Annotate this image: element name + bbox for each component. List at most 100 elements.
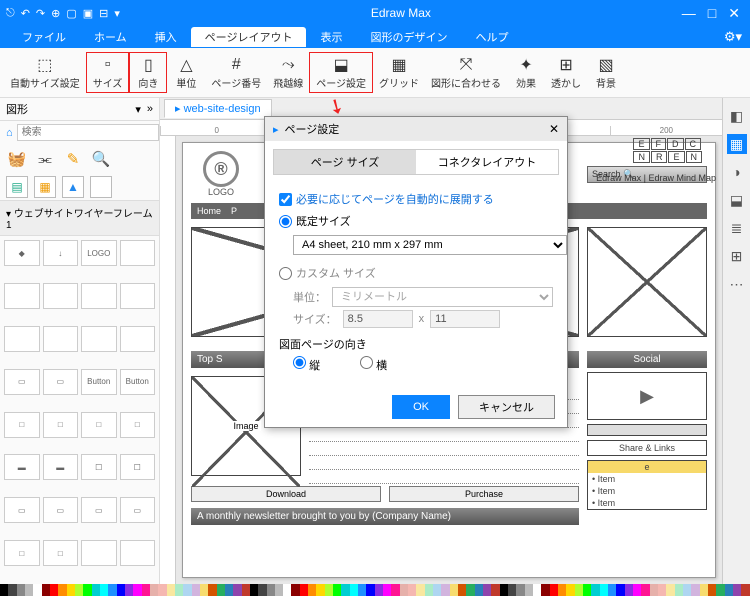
ribbon-サイズ[interactable]: ▫サイズ [86,52,130,93]
style-icon[interactable]: ◑ [727,162,747,182]
ribbon-ページ設定[interactable]: ⬓ページ設定 [309,52,373,93]
zoom-icon[interactable]: 🔍 [90,148,112,170]
ribbon-向き[interactable]: ▯向き [129,52,167,93]
shape-item[interactable]: □ [120,412,156,438]
shape-item[interactable] [81,326,117,352]
shape-item[interactable]: □ [4,540,40,566]
menu-pagelayout[interactable]: ページレイアウト [191,27,307,47]
shape-preset-3[interactable]: ▲ [62,176,84,198]
tab-connector-layout[interactable]: コネクタレイアウト [416,150,558,174]
panel-expand-icon[interactable]: » [147,103,153,115]
ribbon-グリッド[interactable]: ▦グリッド [373,53,425,92]
preset-size-select[interactable]: A4 sheet, 210 mm x 297 mm [293,235,567,255]
tool-icon[interactable]: ⊞ [727,246,747,266]
cancel-button[interactable]: キャンセル [458,395,555,419]
shape-item[interactable]: ▭ [81,497,117,523]
shape-item[interactable] [120,283,156,309]
shape-item[interactable]: ↓ [43,240,79,266]
shape-item[interactable] [4,283,40,309]
menu-help[interactable]: ヘルプ [461,29,522,45]
shape-preset-1[interactable]: ▤ [6,176,28,198]
undo-icon[interactable]: ↶ [21,7,30,20]
auto-expand-checkbox[interactable]: 必要に応じてページを自動的に展開する [279,191,553,207]
ribbon-透かし[interactable]: ⊞透かし [545,53,587,92]
portrait-radio[interactable]: 縦 [293,356,320,373]
unit-select[interactable]: ミリメートル [332,287,553,307]
shape-item[interactable] [120,540,156,566]
ribbon-飛越線[interactable]: ⤳飛越線 [267,53,309,92]
shape-item[interactable]: ▭ [43,369,79,395]
ribbon-ページ番号[interactable]: #ページ番号 [205,53,267,92]
shape-item[interactable]: ☐ [120,454,156,480]
ribbon-図形に合わせる[interactable]: ⤧図形に合わせる [425,53,507,92]
print-icon[interactable]: ⊟ [99,7,108,20]
page-logo: ®LOGO [191,151,251,197]
shape-item[interactable] [120,240,156,266]
minimize-button[interactable]: — [682,5,696,21]
edit-icon[interactable]: ✎ [62,148,84,170]
shape-item[interactable]: ▭ [43,497,79,523]
orientation-label: 図面ページの向き [279,336,553,352]
theme-icon[interactable]: ◧ [727,106,747,126]
basket-icon[interactable]: 🧺 [6,148,28,170]
grid4-icon[interactable]: ▦ [727,134,747,154]
shape-preset-4[interactable] [90,176,112,198]
shape-item[interactable]: ☐ [81,454,117,480]
shape-item[interactable]: Button [120,369,156,395]
shape-search-input[interactable] [17,124,159,141]
document-tab[interactable]: ▸ web-site-design [164,99,272,118]
landscape-radio[interactable]: 横 [360,356,387,373]
connector-icon[interactable]: ⫘ [34,148,56,170]
shape-item[interactable] [81,540,117,566]
shape-item[interactable] [81,283,117,309]
more-icon[interactable]: ⋯ [727,274,747,294]
category-toggle-icon[interactable]: ▾ [6,209,14,220]
preset-size-radio[interactable]: 既定サイズ [279,213,553,229]
shape-item[interactable] [120,326,156,352]
shape-item[interactable]: LOGO [81,240,117,266]
tab-page-size[interactable]: ページ サイズ [274,150,416,174]
redo-icon[interactable]: ↷ [36,7,45,20]
ribbon-自動サイズ設定[interactable]: ⬚自動サイズ設定 [4,53,86,92]
menu-view[interactable]: 表示 [306,29,356,45]
shape-item[interactable]: ◆ [4,240,40,266]
menu-file[interactable]: ファイル [8,29,80,45]
shape-item[interactable]: ▭ [4,497,40,523]
color-palette[interactable] [0,584,750,596]
menu-shapedesign[interactable]: 図形のデザイン [356,29,461,45]
prop-icon[interactable]: ⬓ [727,190,747,210]
close-button[interactable]: ✕ [728,5,740,22]
shape-preset-2[interactable]: ▦ [34,176,56,198]
save-icon[interactable]: ▣ [83,7,93,20]
shape-item[interactable]: □ [43,540,79,566]
shape-item[interactable] [4,326,40,352]
ribbon-効果[interactable]: ✦効果 [507,53,545,92]
menu-insert[interactable]: 挿入 [141,29,191,45]
home-icon[interactable]: ⌂ [6,127,13,139]
open-icon[interactable]: ▢ [66,7,76,20]
shape-item[interactable]: ▬ [4,454,40,480]
shape-item[interactable]: □ [81,412,117,438]
custom-size-radio[interactable]: カスタム サイズ [279,265,553,281]
app-title: Edraw Max [120,6,682,20]
width-input[interactable] [343,310,413,328]
shape-item[interactable]: Button [81,369,117,395]
height-input[interactable] [430,310,500,328]
shape-item[interactable] [43,326,79,352]
dialog-close-icon[interactable]: ✕ [549,122,559,136]
ribbon-背景[interactable]: ▧背景 [587,53,625,92]
shape-item[interactable]: □ [43,412,79,438]
menu-home[interactable]: ホーム [80,29,141,45]
ok-button[interactable]: OK [392,395,450,419]
shape-item[interactable]: ▭ [120,497,156,523]
chevron-down-icon[interactable]: ▾ [135,103,141,116]
shape-item[interactable] [43,283,79,309]
layer-icon[interactable]: ≣ [727,218,747,238]
shape-item[interactable]: ▭ [4,369,40,395]
shape-item[interactable]: ▬ [43,454,79,480]
gear-icon[interactable]: ⚙▾ [724,29,742,45]
maximize-button[interactable]: □ [708,5,716,21]
shape-item[interactable]: □ [4,412,40,438]
new-icon[interactable]: ⊕ [51,7,60,20]
ribbon-単位[interactable]: △単位 [167,53,205,92]
